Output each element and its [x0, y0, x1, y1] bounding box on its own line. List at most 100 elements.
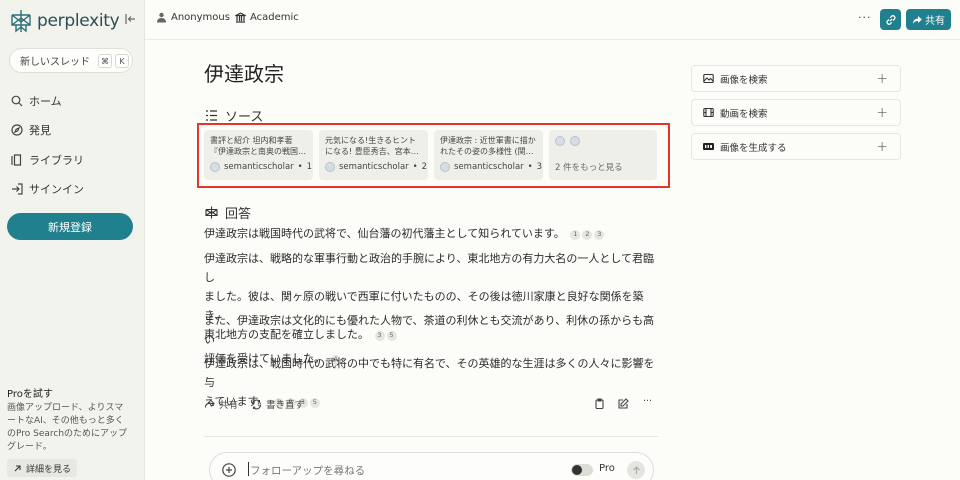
sidebar-item-label: サインイン — [29, 183, 84, 196]
favicon-icon — [440, 162, 450, 172]
sidebar-item-discover[interactable]: 発見 — [11, 122, 51, 138]
pro-toggle-label: Pro — [599, 463, 615, 474]
text-cursor — [248, 462, 249, 476]
rewrite-button[interactable]: 書き直す — [251, 397, 304, 411]
sidebar-item-label: 発見 — [29, 124, 51, 137]
cmd-key-icon: ⌘ — [98, 54, 112, 68]
citation-badge[interactable]: 3 — [594, 229, 605, 240]
copy-icon[interactable] — [594, 398, 605, 409]
collapse-sidebar-icon[interactable] — [124, 13, 136, 27]
pro-desc-line: のPro Searchのためにアップ — [7, 429, 128, 439]
more-sources-card[interactable]: 2 件をもっと見る — [549, 130, 657, 180]
source-title-line: 元気になる!生きるヒント — [325, 136, 417, 145]
image-icon — [703, 73, 714, 84]
citation-badge[interactable]: 1 — [570, 229, 581, 240]
signup-button[interactable]: 新規登録 — [7, 213, 133, 240]
source-title-line: 『伊達政宗と南奥の戦国… — [210, 147, 306, 156]
source-card[interactable]: 元気になる!生きるヒント になる! 豊臣秀吉、宮本武… semanticscho… — [319, 130, 428, 180]
search-images-button[interactable]: 画像を検索 + — [691, 65, 901, 92]
copy-link-button[interactable] — [880, 9, 901, 30]
answer-heading-label: 回答 — [225, 207, 252, 222]
source-number: 3 — [536, 162, 543, 172]
source-card[interactable]: 書評と紹介 坦内和孝著 『伊達政宗と南奥の戦国… semanticscholar… — [204, 130, 313, 180]
divider — [204, 436, 658, 437]
source-site: semanticscholar — [224, 162, 294, 172]
answer-text: 伊達政宗は戦国時代の武将で、仙台藩の初代藩主として知られています。 — [204, 227, 565, 240]
answer-more-icon[interactable]: ··· — [643, 396, 652, 407]
source-meta: semanticscholar • 1 — [210, 162, 312, 172]
video-icon — [703, 107, 714, 118]
user-name: Anonymous — [171, 12, 230, 23]
favicon-icon — [325, 162, 335, 172]
focus-crumb[interactable]: Academic — [235, 12, 299, 23]
generate-image-label: 画像を生成する — [720, 142, 787, 154]
favicon-icon — [570, 136, 580, 146]
rewrite-label: 書き直す — [266, 400, 305, 411]
source-title-line: 伊達政宗 : 近世軍書に描か — [440, 136, 536, 145]
share-answer-button[interactable]: 共有 — [204, 397, 238, 411]
user-crumb[interactable]: Anonymous — [156, 12, 230, 23]
learn-more-button[interactable]: 詳細を見る — [7, 459, 78, 477]
user-icon — [157, 12, 166, 23]
search-videos-button[interactable]: 動画を検索 + — [691, 99, 901, 126]
share-button[interactable]: 共有 — [906, 9, 951, 30]
sidebar-item-library[interactable]: ライブラリ — [11, 152, 84, 168]
pro-toggle[interactable] — [571, 464, 593, 476]
source-site: semanticscholar — [454, 162, 524, 172]
k-key: K — [115, 54, 129, 68]
generate-image-button[interactable]: 画像を生成する + — [691, 133, 901, 160]
new-thread-label: 新しいスレッド — [20, 57, 90, 68]
sidebar-item-label: ライブラリ — [29, 154, 84, 167]
share-answer-label: 共有 — [219, 400, 239, 411]
source-title-line: 書評と紹介 坦内和孝著 — [210, 136, 293, 145]
plus-icon: + — [876, 105, 888, 121]
plus-icon: + — [876, 71, 888, 87]
compass-icon — [11, 124, 23, 136]
answer-logo-icon — [205, 206, 218, 219]
sidebar-item-sign-in[interactable]: サインイン — [11, 181, 84, 197]
pro-description: 画像アップロード、よりスマ ートなAI、その他もっと多く のPro Search… — [7, 402, 137, 454]
source-number: 2 — [421, 162, 428, 172]
new-thread-button[interactable]: 新しいスレッド ⌘ K — [9, 48, 133, 73]
plus-icon: + — [876, 139, 888, 155]
source-card[interactable]: 伊達政宗 : 近世軍書に描か れたその姿の多様性 (関ケ… semanticsc… — [434, 130, 543, 180]
pro-title: Proを試す — [7, 389, 53, 400]
logo[interactable]: perplexity — [10, 9, 120, 33]
answer-line: 伊達政宗は、戦略的な軍事行動と政治的手腕により、東北地方の有力大名の一人として君… — [204, 252, 655, 284]
submit-button[interactable] — [627, 461, 645, 479]
citation-badge[interactable]: 2 — [582, 229, 593, 240]
more-source-favicons — [555, 136, 651, 146]
page-title: 伊達政宗 — [204, 62, 284, 86]
learn-more-label: 詳細を見る — [26, 464, 72, 475]
share-arrow-icon — [913, 15, 922, 24]
pro-desc-line: グレード。 — [7, 442, 52, 452]
arrow-up-icon — [632, 465, 640, 474]
arrow-up-right-icon — [14, 464, 21, 471]
answer-line: 伊達政宗は、戦国時代の武将の中でも特に有名で、その英雄的な生涯は多くの人々に影響… — [204, 357, 655, 389]
search-icon — [11, 95, 23, 107]
more-options-icon[interactable]: ··· — [858, 11, 872, 24]
sidebar-item-label: ホーム — [29, 95, 62, 108]
academic-icon — [235, 12, 246, 23]
share-arrow-icon — [204, 399, 215, 408]
share-label: 共有 — [925, 16, 945, 27]
citation-badge[interactable]: 5 — [309, 397, 320, 408]
source-meta: semanticscholar • 2 — [325, 162, 427, 172]
edit-icon[interactable] — [618, 398, 629, 409]
focus-name: Academic — [250, 12, 299, 23]
sign-in-icon — [12, 183, 23, 195]
link-icon — [885, 14, 896, 25]
top-bar: Anonymous Academic ··· 共有 — [145, 0, 960, 40]
sidebar-item-home[interactable]: ホーム — [11, 93, 62, 109]
source-meta: semanticscholar • 3 — [440, 162, 542, 172]
rewrite-icon — [251, 399, 262, 409]
library-icon — [11, 154, 22, 166]
follow-up-bar: フォローアップを尋ねる Pro — [209, 452, 654, 480]
bullet: • — [412, 162, 418, 172]
follow-up-input[interactable]: フォローアップを尋ねる — [250, 463, 365, 478]
sidebar: perplexity 新しいスレッド ⌘ K ホーム 発見 ライブラリ サインイ… — [0, 0, 145, 480]
source-title: 書評と紹介 坦内和孝著 『伊達政宗と南奥の戦国… — [210, 135, 307, 157]
source-title: 伊達政宗 : 近世軍書に描か れたその姿の多様性 (関ケ… — [440, 135, 537, 157]
attach-plus-icon[interactable] — [222, 463, 236, 477]
pro-badge-icon — [703, 143, 714, 150]
